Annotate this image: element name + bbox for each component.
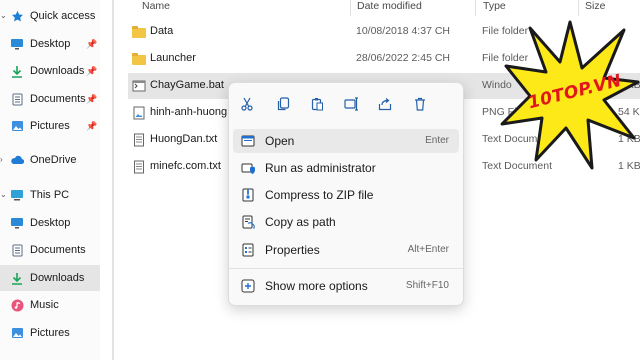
desktop-icon [10, 216, 24, 230]
menu-item-show-more-options[interactable]: Show more options Shift+F10 [233, 274, 459, 298]
download-icon [10, 271, 24, 285]
menu-item-shortcut: Alt+Enter [407, 244, 449, 255]
sidebar-item-documents[interactable]: Documents 📌 [0, 86, 100, 112]
open-icon [241, 134, 255, 148]
menu-item-copy-as-path[interactable]: Copy as path [233, 210, 459, 234]
chevron-down-icon[interactable]: ⌄ [0, 190, 7, 199]
cloud-icon [10, 153, 24, 167]
menu-item-label: Properties [265, 243, 320, 257]
chevron-right-icon[interactable]: › [0, 155, 3, 164]
computer-icon [10, 188, 24, 202]
sidebar-item-label: Pictures [30, 120, 70, 132]
file-name: Launcher [150, 52, 196, 64]
sidebar-item-downloads[interactable]: Downloads 📌 [0, 58, 100, 84]
folder-icon [132, 26, 146, 38]
menu-item-label: Run as administrator [265, 161, 376, 175]
bat-file-icon [132, 79, 146, 93]
cut-icon[interactable] [238, 95, 256, 113]
share-icon[interactable] [376, 95, 394, 113]
text-file-icon [132, 160, 146, 174]
sidebar-item-quick-access[interactable]: ⌄ Quick access [0, 3, 100, 29]
pictures-icon [10, 119, 24, 133]
chevron-down-icon[interactable]: ⌄ [0, 11, 7, 20]
file-name: Data [150, 25, 174, 37]
pin-icon[interactable]: 📌 [86, 121, 97, 132]
menu-item-label: Open [265, 134, 295, 148]
menu-item-open[interactable]: Open Enter [233, 129, 459, 153]
menu-separator [229, 268, 463, 269]
menu-item-shortcut: Shift+F10 [405, 280, 449, 291]
file-date: 10/08/2018 4:37 CH [356, 25, 450, 37]
sidebar-item-label: Music [30, 299, 59, 311]
sidebar-item-label: Downloads [30, 65, 85, 77]
pin-icon[interactable]: 📌 [86, 94, 97, 105]
file-name: hinh-anh-huong [150, 106, 228, 118]
desktop-icon [10, 37, 24, 51]
zip-icon [241, 188, 255, 202]
copy-path-icon [241, 215, 255, 229]
sidebar-item-label: Quick access [30, 10, 96, 22]
sidebar-item-label: Documents [30, 93, 86, 105]
sidebar-item-label: This PC [30, 189, 70, 201]
file-date: 28/06/2022 2:45 CH [356, 52, 450, 64]
sidebar-item-documents[interactable]: Documents [0, 237, 100, 263]
sidebar-item-music[interactable]: Music [0, 292, 100, 318]
pin-icon[interactable]: 📌 [86, 66, 97, 77]
context-menu: Open Enter Run as administrator Compress… [228, 82, 464, 306]
sidebar-item-onedrive[interactable]: › OneDrive [0, 147, 100, 173]
sidebar-item-label: Desktop [30, 38, 71, 50]
rename-icon[interactable] [342, 95, 360, 113]
text-file-icon [132, 133, 146, 147]
file-name: HuongDan.txt [150, 133, 218, 145]
music-icon [10, 298, 24, 312]
column-divider[interactable] [578, 0, 579, 16]
column-header-type[interactable]: Type [483, 0, 506, 14]
download-icon [10, 64, 24, 78]
folder-icon [132, 53, 146, 65]
paste-icon[interactable] [308, 95, 326, 113]
sidebar-item-label: Desktop [30, 217, 71, 229]
shield-icon [241, 161, 255, 175]
sidebar-item-label: Downloads [30, 272, 85, 284]
image-file-icon [132, 106, 146, 120]
pin-icon[interactable]: 📌 [86, 39, 97, 50]
documents-icon [10, 243, 24, 257]
documents-icon [10, 92, 24, 106]
pictures-icon [10, 326, 24, 340]
menu-item-run-as-administrator[interactable]: Run as administrator [233, 156, 459, 180]
column-divider[interactable] [475, 0, 476, 16]
sidebar-item-pictures[interactable]: Pictures [0, 320, 100, 346]
sidebar-item-label: Documents [30, 244, 86, 256]
column-header-date[interactable]: Date modified [357, 0, 422, 14]
menu-item-properties[interactable]: Properties Alt+Enter [233, 238, 459, 262]
more-options-icon [241, 279, 255, 293]
sidebar-item-downloads[interactable]: Downloads [0, 265, 100, 291]
column-divider[interactable] [350, 0, 351, 16]
sidebar-item-label: Pictures [30, 327, 70, 339]
properties-icon [241, 243, 255, 257]
navigation-pane: ⌄ Quick access Desktop 📌 Downloads 📌 Doc… [0, 0, 100, 360]
sidebar-item-pictures[interactable]: Pictures 📌 [0, 113, 100, 139]
menu-item-label: Copy as path [265, 215, 336, 229]
column-header-name[interactable]: Name [142, 0, 170, 14]
file-name: minefc.com.txt [150, 160, 221, 172]
sidebar-item-this-pc[interactable]: ⌄ This PC [0, 182, 100, 208]
sidebar-item-label: OneDrive [30, 154, 77, 166]
menu-item-shortcut: Enter [425, 135, 449, 146]
column-header-size[interactable]: Size [585, 0, 605, 14]
copy-icon[interactable] [274, 95, 292, 113]
star-icon [10, 9, 24, 23]
sidebar-item-desktop[interactable]: Desktop 📌 [0, 31, 100, 57]
delete-icon[interactable] [411, 95, 429, 113]
menu-item-label: Compress to ZIP file [265, 188, 374, 202]
sidebar-item-desktop[interactable]: Desktop [0, 210, 100, 236]
menu-item-label: Show more options [265, 279, 368, 293]
menu-item-compress-to-zip[interactable]: Compress to ZIP file [233, 183, 459, 207]
pane-splitter[interactable] [112, 0, 114, 360]
file-name: ChayGame.bat [150, 79, 224, 91]
